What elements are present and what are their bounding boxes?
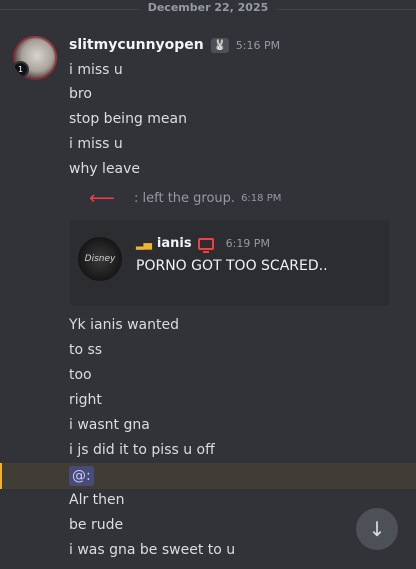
message-text: too <box>69 367 92 383</box>
message-header: slitmycunnyopen 🐰 5:16 PM <box>69 37 280 53</box>
message-text: Yk ianis wanted <box>69 317 179 333</box>
avatar[interactable]: 1 <box>13 36 57 80</box>
timestamp[interactable]: 5:16 PM <box>236 39 280 52</box>
scroll-to-bottom-button[interactable]: ↓ <box>356 508 398 550</box>
message-text: i wasnt gna <box>69 417 150 433</box>
mention[interactable]: @: <box>69 466 94 486</box>
left-arrow-icon: ⟵ <box>89 188 115 209</box>
embedded-message[interactable]: Disney ▂▄ ianis 6:19 PM PORNO GOT TOO SC… <box>70 220 390 306</box>
message-text: Alr then <box>69 492 125 508</box>
system-text: : left the group. <box>134 191 236 206</box>
date-divider: December 22, 2025 <box>0 1 416 14</box>
embed-time: 6:19 PM <box>225 237 270 250</box>
date-label: December 22, 2025 <box>139 1 277 14</box>
embed-avatar[interactable]: Disney <box>78 237 122 281</box>
embed-header: ▂▄ ianis 6:19 PM <box>136 236 270 253</box>
monitor-icon <box>197 237 214 253</box>
message-text: be rude <box>69 517 124 533</box>
message-text: i js did it to piss u off <box>69 442 215 458</box>
message-text: to ss <box>69 342 103 358</box>
system-message: ⟵ : left the group. 6:18 PM <box>89 188 281 209</box>
highlight-bar <box>0 463 2 489</box>
embed-body: PORNO GOT TOO SCARED.. <box>136 258 328 274</box>
message-text: i miss u <box>69 136 123 152</box>
mention-highlight-row <box>0 463 416 489</box>
username[interactable]: slitmycunnyopen <box>69 37 204 53</box>
message-text: stop being mean <box>69 111 187 127</box>
arrow-down-icon: ↓ <box>368 517 386 541</box>
bunny-icon: 🐰 <box>210 37 229 53</box>
message-text: right <box>69 392 102 408</box>
chat-panel: December 22, 2025 1 slitmycunnyopen 🐰 5:… <box>0 0 416 569</box>
message-text: why leave <box>69 161 141 177</box>
signal-bars-icon: ▂▄ <box>136 237 152 250</box>
message-text: bro <box>69 86 92 102</box>
message-text: i miss u <box>69 62 123 78</box>
embed-username[interactable]: ianis <box>157 236 192 251</box>
message-text: i was gna be sweet to u <box>69 542 236 558</box>
system-time: 6:18 PM <box>241 193 282 204</box>
